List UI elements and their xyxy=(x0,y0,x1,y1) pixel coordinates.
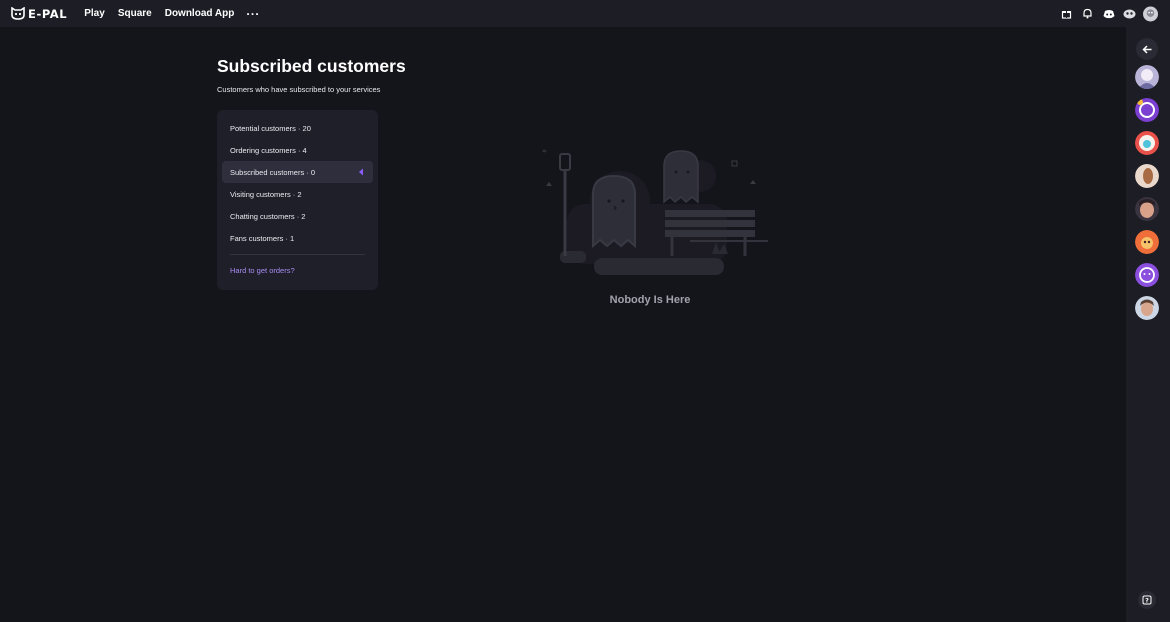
avatar-6[interactable] xyxy=(1135,230,1159,254)
arrow-left-icon xyxy=(1141,44,1151,54)
epal-logo-icon xyxy=(11,7,25,20)
game-controller-icon[interactable] xyxy=(1122,6,1137,21)
customer-category-menu: Potential customers · 20 Ordering custom… xyxy=(217,110,378,290)
collapse-sidebar-button[interactable] xyxy=(1136,38,1158,60)
avatar-7[interactable] xyxy=(1135,263,1159,287)
avatar-1[interactable] xyxy=(1135,65,1159,89)
empty-state-text: Nobody Is Here xyxy=(609,294,691,306)
menu-item-label: Ordering customers · 4 xyxy=(230,145,307,155)
avatar-4[interactable] xyxy=(1135,164,1159,188)
menu-item-chatting-customers[interactable]: Chatting customers · 2 xyxy=(222,205,373,227)
menu-divider xyxy=(230,254,365,255)
main-nav: Play Square Download App ··· xyxy=(84,8,260,20)
help-button[interactable]: ? xyxy=(1138,591,1156,609)
user-avatar[interactable] xyxy=(1143,6,1158,21)
menu-item-label: Chatting customers · 2 xyxy=(230,211,306,221)
menu-item-fans-customers[interactable]: Fans customers · 1 xyxy=(222,227,373,249)
svg-text:?: ? xyxy=(1145,597,1149,605)
empty-ghost-illustration xyxy=(542,149,768,275)
nav-play[interactable]: Play xyxy=(84,8,105,19)
help-icon: ? xyxy=(1142,595,1152,605)
menu-item-label: Subscribed customers · 0 xyxy=(230,167,316,177)
page-subtitle: Customers who have subscribed to your se… xyxy=(217,85,381,94)
nav-square[interactable]: Square xyxy=(118,8,152,19)
menu-item-label: Visiting customers · 2 xyxy=(230,189,302,199)
menu-item-label: Fans customers · 1 xyxy=(230,233,295,243)
brand-name: E-PAL xyxy=(28,6,68,21)
caret-left-icon xyxy=(359,168,363,176)
nav-download-app[interactable]: Download App xyxy=(165,8,235,19)
menu-item-potential-customers[interactable]: Potential customers · 20 xyxy=(222,117,373,139)
bell-icon[interactable] xyxy=(1080,6,1095,21)
logo[interactable]: E-PAL xyxy=(11,7,67,21)
menu-item-label: Potential customers · 20 xyxy=(230,123,311,133)
avatar-5[interactable] xyxy=(1135,197,1159,221)
hard-to-get-orders-link[interactable]: Hard to get orders? xyxy=(230,266,295,275)
avatar-8[interactable] xyxy=(1135,296,1159,320)
gift-icon[interactable] xyxy=(1059,6,1074,21)
more-menu-button[interactable]: ··· xyxy=(246,8,260,20)
menu-item-ordering-customers[interactable]: Ordering customers · 4 xyxy=(222,139,373,161)
top-bar: E-PAL Play Square Download App ··· xyxy=(0,0,1170,27)
menu-item-subscribed-customers[interactable]: Subscribed customers · 0 xyxy=(222,161,373,183)
avatar-3[interactable] xyxy=(1135,131,1159,155)
top-icons xyxy=(1059,6,1158,21)
right-sidebar: ? xyxy=(1126,27,1170,622)
page-title: Subscribed customers xyxy=(217,56,406,76)
avatar-2[interactable] xyxy=(1135,98,1159,122)
discord-icon[interactable] xyxy=(1101,6,1116,21)
menu-item-visiting-customers[interactable]: Visiting customers · 2 xyxy=(222,183,373,205)
